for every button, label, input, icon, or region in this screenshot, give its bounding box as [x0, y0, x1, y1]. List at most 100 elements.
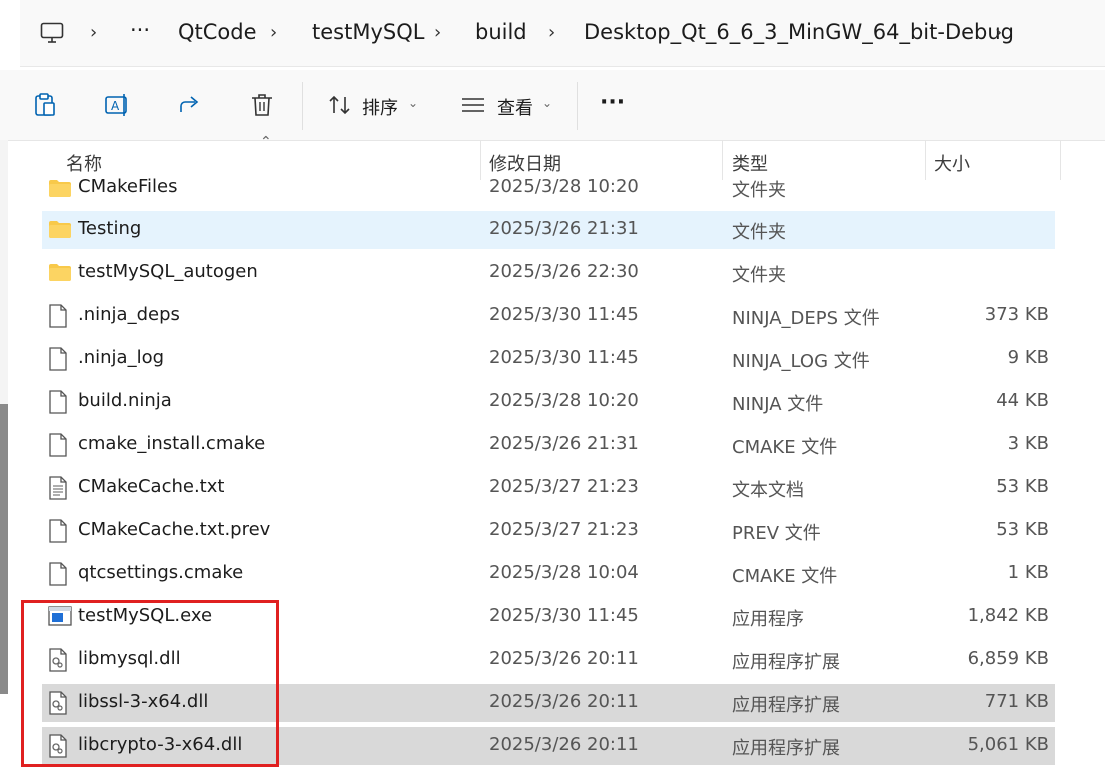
file-date: 2025/3/27 21:23	[489, 519, 639, 540]
file-date: 2025/3/30 11:45	[489, 304, 639, 325]
file-type: CMAKE 文件	[732, 566, 838, 587]
toolbar-divider	[302, 82, 303, 130]
folder-icon	[48, 218, 72, 242]
file-name: testMySQL_autogen	[78, 261, 258, 282]
file-date: 2025/3/26 21:31	[489, 218, 639, 239]
file-name: CMakeCache.txt.prev	[78, 519, 271, 540]
file-icon	[48, 562, 72, 586]
file-row[interactable]: .ninja_deps 2025/3/30 11:45 NINJA_DEPS 文件 3…	[42, 297, 1055, 335]
file-row[interactable]: libcrypto-3-x64.dll 2025/3/26 20:11 应用程序扩展…	[42, 727, 1055, 765]
file-size: 6,859 KB	[967, 648, 1049, 669]
command-bar: A 排序 ⌄ 查看 ⌄ ···	[0, 70, 1105, 141]
file-type: 应用程序扩展	[732, 695, 840, 716]
file-name: libmysql.dll	[78, 648, 181, 669]
file-icon	[48, 519, 72, 543]
breadcrumb-qtcode[interactable]: QtCode	[178, 20, 257, 44]
more-options-button[interactable]: ···	[600, 90, 625, 115]
file-row[interactable]: cmake_install.cmake 2025/3/26 21:31 CMAKE …	[42, 426, 1055, 464]
file-name: CMakeFiles	[78, 176, 178, 197]
scrollbar-thumb[interactable]	[0, 404, 8, 694]
view-icon	[458, 90, 488, 120]
dll-icon	[48, 734, 72, 758]
chevron-right-icon[interactable]: ›	[995, 22, 1002, 43]
file-date: 2025/3/26 20:11	[489, 734, 639, 755]
breadcrumb-testmysql[interactable]: testMySQL	[312, 20, 424, 44]
file-size: 53 KB	[996, 519, 1049, 540]
file-row[interactable]: build.ninja 2025/3/28 10:20 NINJA 文件 44 KB	[42, 383, 1055, 421]
breadcrumb-build[interactable]: build	[475, 20, 527, 44]
file-date: 2025/3/27 21:23	[489, 476, 639, 497]
sort-ascending-icon: ⌃	[260, 134, 272, 150]
address-bar: › ··· › QtCode testMySQL › build › Deskt…	[0, 0, 1105, 68]
file-name: libssl-3-x64.dll	[78, 691, 209, 712]
file-row[interactable]: testMySQL.exe 2025/3/30 11:45 应用程序 1,842 KB	[42, 598, 1055, 636]
file-row[interactable]: qtcsettings.cmake 2025/3/28 10:04 CMAKE 文件…	[42, 555, 1055, 593]
file-date: 2025/3/28 10:20	[489, 176, 639, 197]
file-type: 应用程序扩展	[732, 738, 840, 759]
chevron-down-icon: ⌄	[408, 96, 419, 110]
file-size: 1 KB	[1007, 562, 1049, 583]
chevron-right-icon: ›	[434, 22, 442, 43]
file-type: NINJA 文件	[732, 394, 824, 415]
file-row[interactable]: testMySQL_autogen 2025/3/26 22:30 文件夹	[42, 254, 1055, 292]
file-type: CMAKE 文件	[732, 437, 838, 458]
chevron-right-icon: ›	[270, 22, 278, 43]
column-divider[interactable]	[1060, 140, 1061, 180]
file-size: 5,061 KB	[967, 734, 1049, 755]
breadcrumb-desktop-qt[interactable]: Desktop_Qt_6_6_3_MinGW_64_bit-Debug	[584, 20, 1014, 44]
file-size: 3 KB	[1007, 433, 1049, 454]
file-name: .ninja_log	[78, 347, 165, 368]
sort-button[interactable]: 排序	[362, 94, 398, 120]
file-date: 2025/3/26 20:11	[489, 691, 639, 712]
this-pc-icon[interactable]	[40, 22, 64, 48]
file-type: NINJA_LOG 文件	[732, 351, 870, 372]
rename-button[interactable]: A	[103, 90, 133, 120]
file-icon	[48, 304, 72, 328]
file-row[interactable]: CMakeCache.txt 2025/3/27 21:23 文本文档 53 KB	[42, 469, 1055, 507]
file-icon	[48, 347, 72, 371]
chevron-down-icon: ⌄	[542, 96, 553, 110]
file-name: Testing	[78, 218, 142, 239]
file-row[interactable]: libssl-3-x64.dll 2025/3/26 20:11 应用程序扩展 771…	[42, 684, 1055, 722]
file-type: 应用程序	[732, 609, 804, 630]
file-name: testMySQL.exe	[78, 605, 213, 626]
file-size: 373 KB	[984, 304, 1049, 325]
file-row[interactable]: libmysql.dll 2025/3/26 20:11 应用程序扩展 6,859 K…	[42, 641, 1055, 679]
folder-icon	[48, 261, 72, 285]
file-type: 文件夹	[732, 265, 786, 286]
file-size: 53 KB	[996, 476, 1049, 497]
file-name: .ninja_deps	[78, 304, 180, 325]
file-type: 文件夹	[732, 180, 786, 201]
file-date: 2025/3/26 22:30	[489, 261, 639, 282]
file-type: NINJA_DEPS 文件	[732, 308, 880, 329]
file-date: 2025/3/28 10:04	[489, 562, 639, 583]
file-row[interactable]: .ninja_log 2025/3/30 11:45 NINJA_LOG 文件 9 K…	[42, 340, 1055, 378]
file-icon	[48, 390, 72, 414]
exe-icon	[48, 605, 72, 629]
file-name: CMakeCache.txt	[78, 476, 225, 497]
share-icon	[180, 96, 199, 112]
file-size: 771 KB	[984, 691, 1049, 712]
file-date: 2025/3/30 11:45	[489, 347, 639, 368]
file-date: 2025/3/26 21:31	[489, 433, 639, 454]
dll-icon	[48, 691, 72, 715]
file-type: 应用程序扩展	[732, 652, 840, 673]
trash-icon	[252, 94, 272, 116]
paste-button[interactable]	[30, 90, 60, 120]
file-row[interactable]: CMakeCache.txt.prev 2025/3/27 21:23 PREV 文…	[42, 512, 1055, 550]
file-name: cmake_install.cmake	[78, 433, 266, 454]
delete-button[interactable]	[247, 90, 277, 120]
file-row[interactable]: CMakeFiles 2025/3/28 10:20 文件夹	[42, 168, 1055, 206]
text-file-icon	[48, 476, 72, 500]
share-button[interactable]	[175, 90, 205, 120]
svg-text:A: A	[111, 99, 120, 113]
file-type: 文件夹	[732, 222, 786, 243]
clipboard-icon	[35, 93, 55, 116]
breadcrumb-ellipsis[interactable]: ···	[130, 18, 150, 42]
file-size: 9 KB	[1007, 347, 1049, 368]
file-row[interactable]: Testing 2025/3/26 21:31 文件夹	[42, 211, 1055, 249]
toolbar-divider	[577, 82, 578, 130]
view-button[interactable]: 查看	[497, 94, 533, 120]
breadcrumb: › ··· › QtCode testMySQL › build › Deskt…	[20, 0, 1105, 67]
folder-icon	[48, 177, 72, 201]
